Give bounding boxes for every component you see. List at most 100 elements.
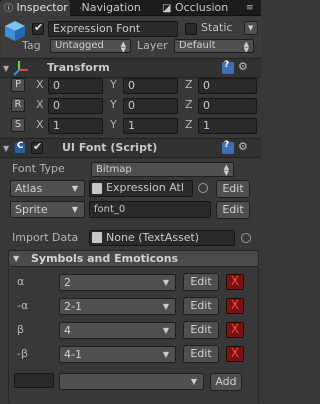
chevron-down-icon: ▼ — [71, 184, 78, 193]
foldout-down-icon[interactable]: ▼ — [3, 64, 9, 73]
position-x-field[interactable]: 0 — [48, 78, 103, 94]
sprite-label: Sprite — [15, 203, 48, 216]
font-type-value: Bitmap — [96, 164, 132, 175]
tag-dropdown[interactable]: Untagged ▲ ▼ — [50, 39, 131, 53]
new-symbol-sprite-dropdown[interactable]: ▼ — [59, 373, 204, 390]
rotation-z-field[interactable]: 0 — [198, 98, 257, 114]
symbol-sprite-dropdown[interactable]: 2 ▼ — [59, 274, 176, 291]
uifont-title: UI Font (Script) — [62, 141, 158, 154]
symbol-remove-button[interactable]: X — [226, 298, 244, 314]
symbol-remove-button[interactable]: X — [226, 274, 244, 290]
position-reset-button[interactable]: P — [11, 78, 25, 92]
atlas-value: Expression Atl — [106, 181, 184, 194]
import-data-field[interactable]: None (TextAsset) — [89, 230, 235, 246]
symbol-edit-button[interactable]: Edit — [183, 321, 219, 339]
symbol-sprite-value: 2-1 — [64, 300, 82, 313]
scale-x-field[interactable]: 1 — [48, 118, 103, 134]
tab-occlusion-label: Occlusion — [174, 1, 229, 14]
static-checkbox[interactable] — [185, 23, 197, 35]
check-icon: ✔ — [34, 21, 44, 34]
symbol-sprite-dropdown[interactable]: 4-1 ▼ — [59, 346, 176, 363]
symbol-label: α — [17, 275, 25, 288]
rotation-x-label: X — [36, 98, 44, 111]
tab-menu-icon[interactable]: ≡ — [246, 3, 254, 13]
symbol-sprite-dropdown[interactable]: 2-1 ▼ — [59, 298, 176, 315]
scale-z-label: Z — [185, 118, 193, 131]
symbol-edit-button[interactable]: Edit — [183, 345, 219, 363]
foldout-down-icon[interactable]: ▼ — [3, 144, 9, 153]
symbol-remove-button[interactable]: X — [226, 322, 244, 338]
occlusion-icon: ◪ — [162, 3, 172, 14]
scale-y-label: Y — [110, 118, 117, 131]
atlas-edit-button[interactable]: Edit — [216, 180, 250, 198]
updown-arrow-icon: ▲ ▼ — [223, 163, 229, 177]
uifont-enabled-checkbox[interactable]: ✔ — [31, 140, 43, 154]
position-x-label: X — [36, 78, 44, 91]
gameobject-name-input[interactable]: Expression Font — [48, 21, 178, 37]
rotation-reset-button[interactable]: R — [11, 98, 25, 112]
add-symbol-button[interactable]: Add — [210, 373, 242, 391]
symbol-label: -β — [17, 347, 28, 360]
position-z-field[interactable]: 0 — [198, 78, 257, 94]
symbol-sprite-value: 4 — [64, 324, 71, 337]
updown-arrow-icon: ▲ ▼ — [243, 40, 249, 53]
tab-inspector[interactable]: ⓘ Inspector — [0, 0, 70, 16]
atlas-label: Atlas — [15, 182, 43, 195]
chevron-down-icon: ▼ — [190, 377, 197, 386]
new-symbol-input[interactable] — [14, 373, 54, 388]
scale-reset-button[interactable]: S — [11, 118, 25, 132]
transform-axes-icon — [13, 60, 29, 76]
sprite-field[interactable]: font_0 — [89, 201, 211, 218]
static-label: Static — [201, 21, 233, 34]
layer-value: Default — [179, 40, 216, 51]
script-icon: C — [14, 141, 26, 154]
gear-icon[interactable]: ⚙ — [238, 60, 248, 73]
tab-navigation-label: Navigation — [81, 1, 141, 14]
active-checkbox[interactable]: ✔ — [32, 21, 44, 35]
rotation-x-field[interactable]: 0 — [48, 98, 103, 114]
sprite-dropdown[interactable]: Sprite ▼ — [10, 201, 85, 218]
layer-dropdown[interactable]: Default ▲ ▼ — [174, 39, 254, 53]
font-type-dropdown[interactable]: Bitmap ▲ ▼ — [91, 162, 234, 177]
atlas-dropdown[interactable]: Atlas ▼ — [10, 180, 85, 197]
scale-x-label: X — [36, 118, 44, 131]
foldout-down-icon[interactable]: ▼ — [13, 254, 19, 263]
tab-bar: ⓘ Inspector ⋅Navigation ◪ Occlusion ≡ — [0, 0, 261, 16]
transform-title: Transform — [47, 61, 110, 74]
symbol-sprite-value: 2 — [64, 276, 71, 289]
symbol-remove-button[interactable]: X — [226, 346, 244, 362]
chevron-down-icon: ▼ — [162, 278, 169, 287]
chevron-down-icon: ▼ — [162, 302, 169, 311]
tab-navigation[interactable]: ⋅Navigation — [75, 0, 153, 16]
chevron-down-icon: ▼ — [162, 350, 169, 359]
import-data-label: Import Data — [12, 231, 79, 244]
symbol-label: β — [17, 323, 25, 336]
scale-y-field[interactable]: 1 — [123, 118, 178, 134]
object-picker-icon[interactable] — [241, 233, 251, 243]
tab-inspector-label: Inspector — [16, 1, 68, 14]
symbol-edit-button[interactable]: Edit — [183, 297, 219, 315]
position-z-label: Z — [185, 78, 193, 91]
sprite-edit-button[interactable]: Edit — [216, 201, 250, 219]
position-y-field[interactable]: 0 — [123, 78, 178, 94]
help-icon[interactable]: ? — [222, 60, 234, 74]
rotation-y-label: Y — [110, 98, 117, 111]
tab-occlusion[interactable]: ◪ Occlusion — [158, 0, 240, 16]
tag-label: Tag — [22, 39, 41, 52]
scale-z-field[interactable]: 1 — [198, 118, 257, 134]
atlas-field[interactable]: Expression Atl — [89, 180, 193, 197]
gear-icon[interactable]: ⚙ — [238, 140, 248, 153]
object-picker-icon[interactable] — [198, 183, 208, 193]
chevron-down-icon: ▼ — [162, 326, 169, 335]
chevron-down-icon: ▼ — [71, 205, 78, 214]
symbol-sprite-dropdown[interactable]: 4 ▼ — [59, 322, 176, 339]
symbol-sprite-value: 4-1 — [64, 348, 82, 361]
info-icon: ⓘ — [4, 4, 14, 14]
position-y-label: Y — [110, 78, 117, 91]
help-icon[interactable]: ? — [222, 140, 234, 154]
font-type-label: Font Type — [12, 162, 65, 175]
chevron-down-icon: ▼ — [248, 24, 254, 32]
rotation-y-field[interactable]: 0 — [123, 98, 178, 114]
static-dropdown[interactable]: ▼ — [244, 21, 258, 35]
symbol-edit-button[interactable]: Edit — [183, 273, 219, 291]
